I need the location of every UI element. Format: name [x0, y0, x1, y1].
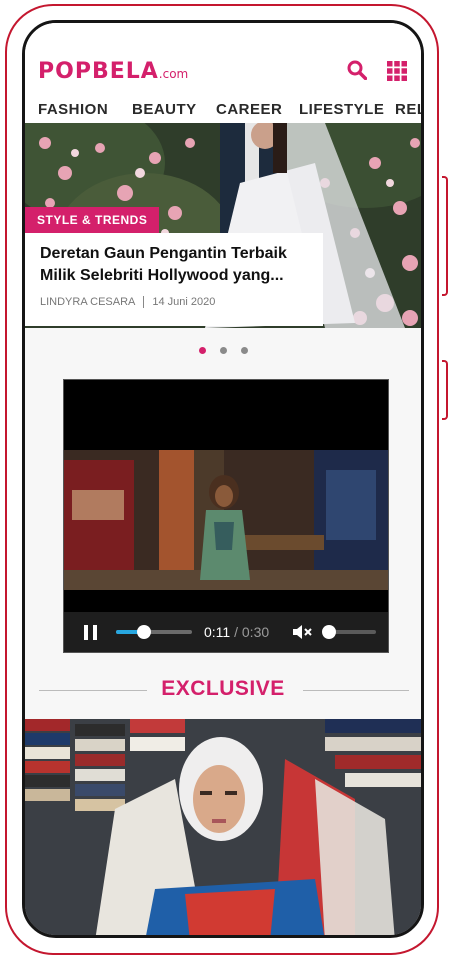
search-icon[interactable]	[347, 60, 367, 80]
nav-item-career[interactable]: CAREER	[216, 101, 282, 118]
exclusive-article-image[interactable]	[25, 719, 421, 935]
carousel-dot[interactable]	[240, 347, 248, 354]
pause-icon[interactable]	[84, 625, 98, 640]
article-author[interactable]: LINDYRA CESARA	[40, 296, 135, 308]
meta-divider	[143, 296, 145, 309]
volume-bar[interactable]	[322, 625, 376, 639]
total-time: 0:30	[241, 624, 270, 640]
carousel-dots	[25, 341, 421, 359]
carousel-dot[interactable]	[198, 347, 206, 354]
category-nav: FASHION BEAUTY CAREER LIFESTYLE REL	[25, 91, 421, 123]
video-player[interactable]: 0:11 / 0:30	[63, 379, 389, 653]
logo-name: POPBELA	[38, 59, 159, 84]
article-title[interactable]: Deretan Gaun Pengantin Terbaik Milik Sel…	[40, 243, 315, 287]
progress-knob[interactable]	[137, 625, 152, 639]
article-card[interactable]: Deretan Gaun Pengantin Terbaik Milik Sel…	[25, 233, 323, 326]
exclusive-photo	[25, 719, 421, 935]
article-date: 14 Juni 2020	[152, 296, 216, 308]
mute-icon[interactable]	[292, 623, 314, 641]
nav-item-beauty[interactable]: BEAUTY	[132, 101, 197, 118]
exclusive-title: EXCLUSIVE	[161, 677, 285, 700]
current-time: 0:11	[204, 624, 231, 640]
nav-item-relationship[interactable]: REL	[395, 101, 421, 118]
hero-slide[interactable]: STYLE & TRENDS Deretan Gaun Pengantin Te…	[25, 123, 421, 328]
exclusive-section-header: EXCLUSIVE	[25, 675, 421, 705]
progress-bar[interactable]	[116, 625, 192, 639]
logo-suffix: .com	[158, 67, 189, 81]
nav-item-fashion[interactable]: FASHION	[38, 101, 108, 118]
site-header: POPBELA.com	[25, 23, 421, 91]
video-frame	[64, 450, 388, 590]
grid-menu-icon[interactable]	[387, 61, 407, 81]
nav-item-lifestyle[interactable]: LIFESTYLE	[299, 101, 384, 118]
category-badge[interactable]: STYLE & TRENDS	[25, 207, 160, 233]
phone-side-button	[442, 360, 448, 420]
phone-screen: POPBELA.com FASHION BEAUTY CAREER LIFEST…	[22, 20, 424, 938]
article-meta: LINDYRA CESARA 14 Juni 2020	[40, 296, 216, 309]
video-controls: 0:11 / 0:30	[64, 612, 388, 652]
time-display: 0:11 / 0:30	[204, 624, 270, 640]
carousel-dot[interactable]	[219, 347, 227, 354]
phone-side-button	[442, 176, 448, 296]
site-logo[interactable]: POPBELA.com	[38, 59, 188, 84]
volume-knob[interactable]	[322, 625, 336, 639]
